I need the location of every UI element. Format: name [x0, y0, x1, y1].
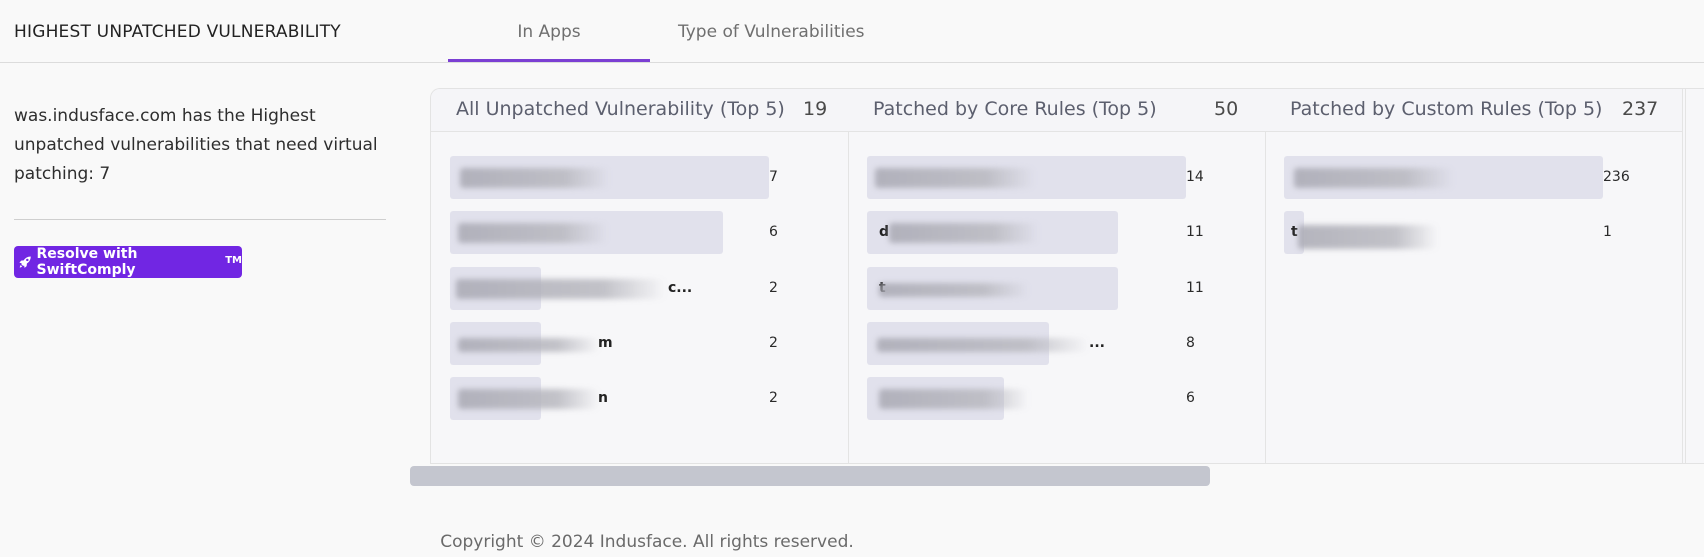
row-label: t — [1291, 224, 1298, 240]
row-label: m — [598, 335, 613, 351]
trademark: TM — [225, 254, 242, 266]
tab-in-apps[interactable]: In Apps — [448, 22, 650, 63]
row-label: c... — [668, 280, 693, 296]
redacted-label — [879, 389, 1029, 409]
header: HIGHEST UNPATCHED VULNERABILITY In Apps … — [0, 0, 1704, 63]
summary-text: was.indusface.com has the Highest unpatc… — [14, 106, 378, 184]
row-value: 6 — [1186, 390, 1195, 406]
row-label: d — [879, 224, 890, 240]
resolve-with-swiftcomply-button[interactable]: Resolve with SwiftComply TM — [14, 246, 242, 278]
redacted-label — [1298, 225, 1438, 249]
redacted-label — [458, 338, 600, 352]
horizontal-scrollbar[interactable] — [410, 464, 1704, 488]
column-title: Patched by Core Rules (Top 5) — [873, 98, 1157, 120]
row-label: ... — [1089, 335, 1105, 351]
divider — [14, 219, 386, 220]
redacted-label — [460, 168, 610, 188]
row-value: 8 — [1186, 335, 1195, 351]
redacted-label — [458, 389, 600, 409]
redacted-label — [1294, 168, 1454, 188]
column-count: 19 — [803, 98, 828, 120]
column-title: Patched by Custom Rules (Top 5) — [1290, 98, 1603, 120]
resolve-button-label: Resolve with SwiftComply — [36, 246, 138, 278]
column-edge — [1685, 89, 1704, 463]
row-value: 2 — [769, 335, 778, 351]
redacted-label — [875, 168, 1035, 188]
row-value: 2 — [769, 390, 778, 406]
vulnerability-columns: All Unpatched Vulnerability (Top 5) 19 7… — [430, 88, 1704, 464]
column-header: All Unpatched Vulnerability (Top 5) 19 — [431, 89, 848, 132]
redacted-label — [877, 338, 1089, 352]
column-header: Patched by Custom Rules (Top 5) 237 — [1265, 89, 1682, 132]
row-value: 11 — [1186, 224, 1204, 240]
tab-type-of-vulnerabilities[interactable]: Type of Vulnerabilities — [678, 22, 865, 42]
column-patched-custom-rules: Patched by Custom Rules (Top 5) 237 236 … — [1265, 89, 1683, 463]
row-value: 6 — [769, 224, 778, 240]
row-value: 236 — [1603, 169, 1630, 185]
row-value: 2 — [769, 280, 778, 296]
redacted-label — [889, 223, 1039, 243]
row-value: 1 — [1603, 224, 1612, 240]
column-header: Patched by Core Rules (Top 5) 50 — [848, 89, 1265, 132]
column-title: All Unpatched Vulnerability (Top 5) — [456, 98, 785, 120]
row-value: 11 — [1186, 280, 1204, 296]
redacted-label — [879, 283, 1029, 297]
page-title: HIGHEST UNPATCHED VULNERABILITY — [14, 22, 341, 42]
column-all-unpatched: All Unpatched Vulnerability (Top 5) 19 7… — [431, 89, 849, 463]
redacted-label — [456, 279, 666, 299]
row-value: 7 — [769, 169, 778, 185]
scrollbar-thumb[interactable] — [410, 466, 1210, 486]
footer-copyright: Copyright © 2024 Indusface. All rights r… — [440, 532, 854, 552]
redacted-label — [458, 223, 608, 243]
column-count: 237 — [1622, 98, 1659, 120]
row-value: 14 — [1186, 169, 1204, 185]
rocket-icon — [19, 256, 31, 268]
column-patched-core-rules: Patched by Core Rules (Top 5) 50 14 d 11… — [848, 89, 1266, 463]
column-count: 50 — [1214, 98, 1239, 120]
active-tab-indicator — [448, 59, 650, 62]
